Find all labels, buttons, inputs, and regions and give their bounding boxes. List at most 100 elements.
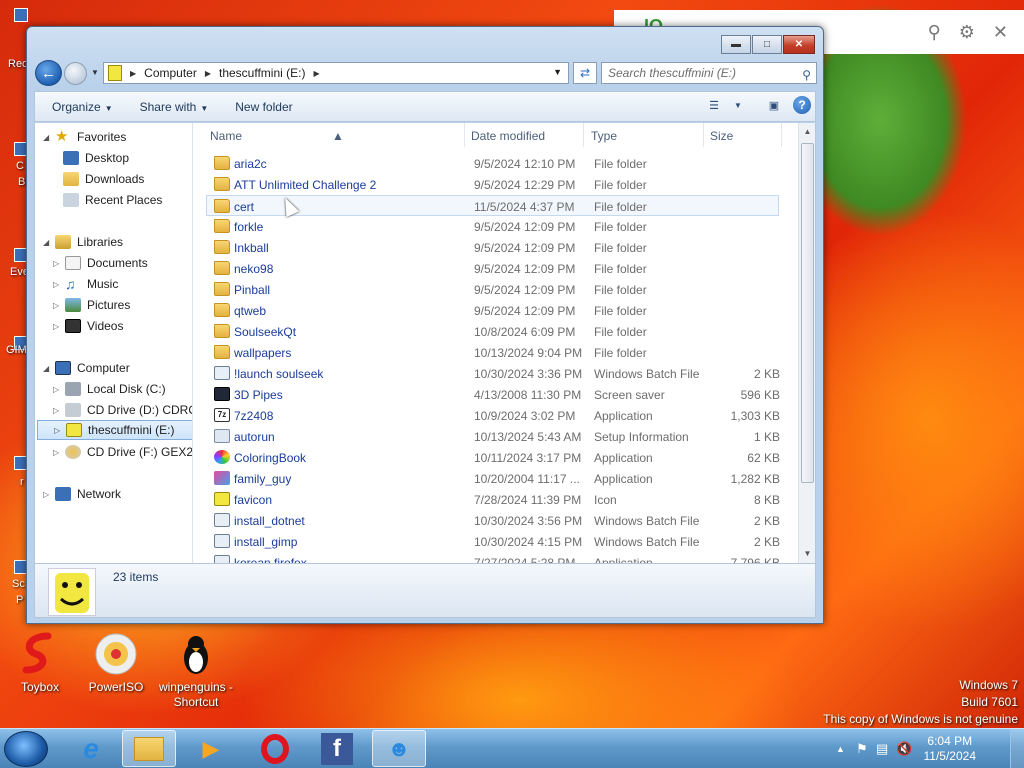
file-row[interactable]: !launch soulseek 10/30/2024 3:36 PM Window… [194,363,797,384]
taskbar-messenger[interactable]: ☻ [372,730,426,767]
column-name[interactable]: Name [210,129,242,143]
column-type[interactable]: Type [591,129,617,143]
taskbar-internet-explorer[interactable]: e [64,730,118,767]
expand-arrow-icon[interactable]: ▷ [53,448,65,457]
column-divider[interactable] [464,123,465,147]
column-divider[interactable] [583,123,584,147]
show-desktop-button[interactable] [1010,729,1024,768]
file-row[interactable]: korean firefox 7/27/2024 5:28 PM Applicati… [194,552,797,563]
nav-network[interactable]: ▷ Network [43,484,121,504]
expand-arrow-icon[interactable]: ▷ [53,301,65,310]
breadcrumb-computer[interactable]: Computer [144,66,197,80]
back-button[interactable]: ← [35,60,62,86]
new-folder-button[interactable]: New folder [225,100,302,114]
expand-arrow-icon[interactable]: ◢ [43,133,55,142]
nav-cd-drive-d[interactable]: ▷ CD Drive (D:) CDROM [53,400,192,420]
breadcrumb-arrow-icon[interactable]: ▶ [313,69,319,78]
file-row[interactable]: qtweb 9/5/2024 12:09 PM File folder [194,300,797,321]
nav-documents[interactable]: ▷ Documents [53,253,148,273]
nav-libraries[interactable]: ◢ Libraries [43,232,123,252]
refresh-button[interactable]: ⇄ [573,62,597,84]
breadcrumb-arrow-icon[interactable]: ▶ [205,69,211,78]
file-row[interactable]: neko98 9/5/2024 12:09 PM File folder [194,258,797,279]
recent-pages-dropdown-icon[interactable]: ▼ [91,68,99,77]
maximize-button[interactable]: □ [752,35,782,54]
file-row[interactable]: install_dotnet 10/30/2024 3:56 PM Windows … [194,510,797,531]
expand-arrow-icon[interactable]: ▷ [53,322,65,331]
nav-desktop[interactable]: Desktop [63,148,129,168]
chevron-down-icon[interactable]: ▼ [733,96,743,114]
desktop-edge-icon-2[interactable]: CB [0,142,28,188]
nav-thescuffmini-e[interactable]: ▷ thescuffmini (E:) [37,420,192,440]
breadcrumb-drive[interactable]: thescuffmini (E:) [219,66,305,80]
file-row[interactable]: wallpapers 10/13/2024 9:04 PM File folder [194,342,797,363]
view-options-icon[interactable]: ☰ [705,96,723,114]
scroll-up-icon[interactable]: ▲ [799,127,815,136]
column-date-modified[interactable]: Date modified [471,129,545,143]
expand-arrow-icon[interactable]: ▷ [53,280,65,289]
breadcrumb-arrow-icon[interactable]: ▶ [130,69,136,78]
address-bar[interactable]: ▶ Computer ▶ thescuffmini (E:) ▶ ▼ [103,62,569,84]
nav-pictures[interactable]: ▷ Pictures [53,295,130,315]
expand-arrow-icon[interactable]: ▷ [53,385,65,394]
network-icon[interactable]: ▤ [876,741,888,757]
search-icon[interactable]: ⚲ [928,22,941,43]
file-row[interactable]: family_guy 10/20/2004 11:17 ... Applicatio… [194,468,797,489]
volume-muted-icon[interactable]: 🔇 [896,741,912,757]
file-row[interactable]: Inkball 9/5/2024 12:09 PM File folder [194,237,797,258]
desktop-edge-icon-recycle[interactable]: Rec [0,8,28,70]
column-divider[interactable] [781,123,782,147]
file-row[interactable]: favicon 7/28/2024 11:39 PM Icon 8 KB [194,489,797,510]
taskbar-opera[interactable] [248,730,302,767]
file-row[interactable]: 3D Pipes 4/13/2008 11:30 PM Screen saver 59… [194,384,797,405]
help-icon[interactable]: ? [793,96,811,114]
file-row[interactable]: aria2c 9/5/2024 12:10 PM File folder [194,153,797,174]
expand-arrow-icon[interactable]: ◢ [43,238,55,247]
taskbar-facebook[interactable]: f [310,730,364,767]
search-icon[interactable]: ⚲ [802,65,811,85]
desktop-icon-poweriso[interactable]: PowerISO [76,632,156,695]
expand-arrow-icon[interactable]: ◢ [43,364,55,373]
nav-downloads[interactable]: Downloads [63,169,144,189]
taskbar-media-player[interactable]: ▶ [184,730,238,767]
desktop-edge-icon-6[interactable]: Sc P [0,560,28,606]
nav-recent-places[interactable]: Recent Places [63,190,162,210]
desktop-edge-icon-3[interactable]: Eve [0,248,29,278]
close-icon[interactable]: ✕ [993,22,1008,43]
minimize-button[interactable]: ▬ [721,35,751,54]
preview-pane-icon[interactable]: ▣ [765,96,783,114]
start-button[interactable] [4,731,48,767]
scroll-down-icon[interactable]: ▼ [799,549,815,558]
gear-icon[interactable]: ⚙ [959,22,975,43]
scrollbar-thumb[interactable] [801,143,814,483]
vertical-scrollbar[interactable]: ▲ ▼ [798,123,815,563]
column-size[interactable]: Size [710,129,733,143]
file-row[interactable]: Pinball 9/5/2024 12:09 PM File folder [194,279,797,300]
file-row[interactable]: ColoringBook 10/11/2024 3:17 PM Applicatio… [194,447,797,468]
nav-local-disk-c[interactable]: ▷ Local Disk (C:) [53,379,166,399]
expand-arrow-icon[interactable]: ▷ [54,426,66,435]
address-dropdown-icon[interactable]: ▼ [553,67,562,77]
expand-arrow-icon[interactable]: ▷ [43,490,55,499]
forward-button[interactable] [64,62,87,85]
desktop-edge-icon-4[interactable]: GIM [0,336,28,356]
taskbar-explorer[interactable] [122,730,176,767]
desktop-edge-icon-5[interactable]: r [0,456,28,488]
chevron-up-icon[interactable]: ▲ [836,744,845,754]
clock[interactable]: 6:04 PM 11/5/2024 [924,734,977,764]
file-row[interactable]: 7z 7z2408 10/9/2024 3:02 PM Application 1,30… [194,405,797,426]
flag-icon[interactable]: ⚑ [856,741,868,757]
close-button[interactable]: ✕ [783,35,815,54]
organize-button[interactable]: Organize ▼ [42,100,123,114]
file-row[interactable]: forkle 9/5/2024 12:09 PM File folder [194,216,797,237]
file-row[interactable]: SoulseekQt 10/8/2024 6:09 PM File folder [194,321,797,342]
expand-arrow-icon[interactable]: ▷ [53,259,65,268]
file-row[interactable]: autorun 10/13/2024 5:43 AM Setup Informati… [194,426,797,447]
desktop-icon-toybox[interactable]: Toybox [0,632,80,695]
nav-computer[interactable]: ◢ Computer [43,358,130,378]
expand-arrow-icon[interactable]: ▷ [53,406,65,415]
nav-videos[interactable]: ▷ Videos [53,316,123,336]
nav-cd-drive-f[interactable]: ▷ CD Drive (F:) GEX2_D [53,442,192,462]
nav-music[interactable]: ▷ ♫ Music [53,274,118,294]
share-with-button[interactable]: Share with ▼ [130,100,219,114]
